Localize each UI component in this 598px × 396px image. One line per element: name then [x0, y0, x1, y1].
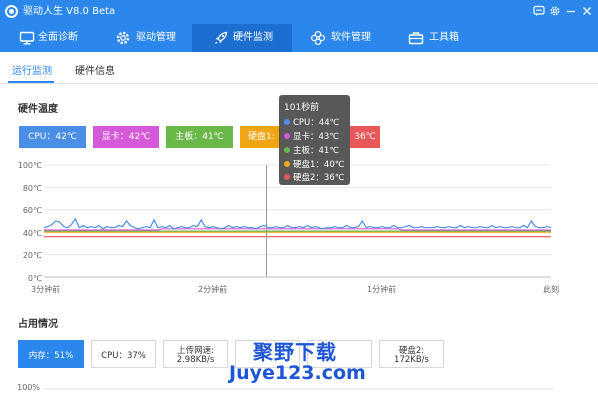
chart-tooltip: 101秒前 CPU：44℃ 显卡：43℃ 主板：41℃ 硬盘1：40℃ 硬盘2：… — [279, 95, 350, 185]
tooltip-row: 显卡：43℃ — [284, 130, 339, 142]
watermark-url: Juye123.com — [229, 362, 366, 384]
tooltip-row: 硬盘1：40℃ — [284, 158, 344, 170]
usage-y-tick-label: 100% — [17, 383, 40, 392]
series-line-2 — [44, 228, 551, 231]
x-tick-label: 3分钟前 — [31, 285, 61, 294]
usage-box-upload[interactable]: 上传网速: 2.98KB/s — [163, 340, 228, 368]
usage-label: 内存：51% — [28, 351, 74, 361]
disk1-dot-icon — [284, 161, 290, 167]
x-tick-label: 此刻 — [543, 285, 559, 294]
usage-section-title: 占用情况 — [18, 319, 58, 330]
tooltip-value: CPU：44℃ — [293, 118, 340, 128]
tooltip-value: 主板：41℃ — [293, 146, 339, 156]
cpu-dot-icon — [284, 119, 290, 125]
series-line-1 — [43, 217, 552, 230]
usage-value: 2.98KB/s — [176, 355, 215, 365]
tooltip-row: 硬盘2：36℃ — [284, 171, 344, 183]
usage-value: 172KB/s — [394, 355, 429, 365]
tooltip-value: 显卡：43℃ — [293, 132, 339, 142]
usage-box-memory[interactable]: 内存：51% — [18, 340, 84, 368]
usage-box-disk2[interactable]: 硬盘2: 172KB/s — [379, 340, 444, 368]
watermark-logo-text: 聚野下载 — [253, 340, 337, 364]
usage-box-cpu[interactable]: CPU：37% — [91, 340, 156, 368]
tooltip-row: CPU：44℃ — [284, 116, 339, 128]
disk2-dot-icon — [284, 174, 290, 180]
tooltip-value: 硬盘2：36℃ — [293, 173, 345, 183]
tooltip-value: 硬盘1：40℃ — [293, 160, 345, 170]
tooltip-row: 主板：41℃ — [284, 144, 339, 156]
x-tick-label: 2分钟前 — [198, 285, 228, 294]
usage-chart-gridline — [44, 388, 554, 390]
tooltip-time: 101秒前 — [284, 103, 320, 113]
usage-label: CPU：37% — [101, 351, 146, 361]
gpu-dot-icon — [284, 133, 290, 139]
x-tick-label: 1分钟前 — [367, 285, 397, 294]
motherboard-dot-icon — [284, 147, 290, 153]
